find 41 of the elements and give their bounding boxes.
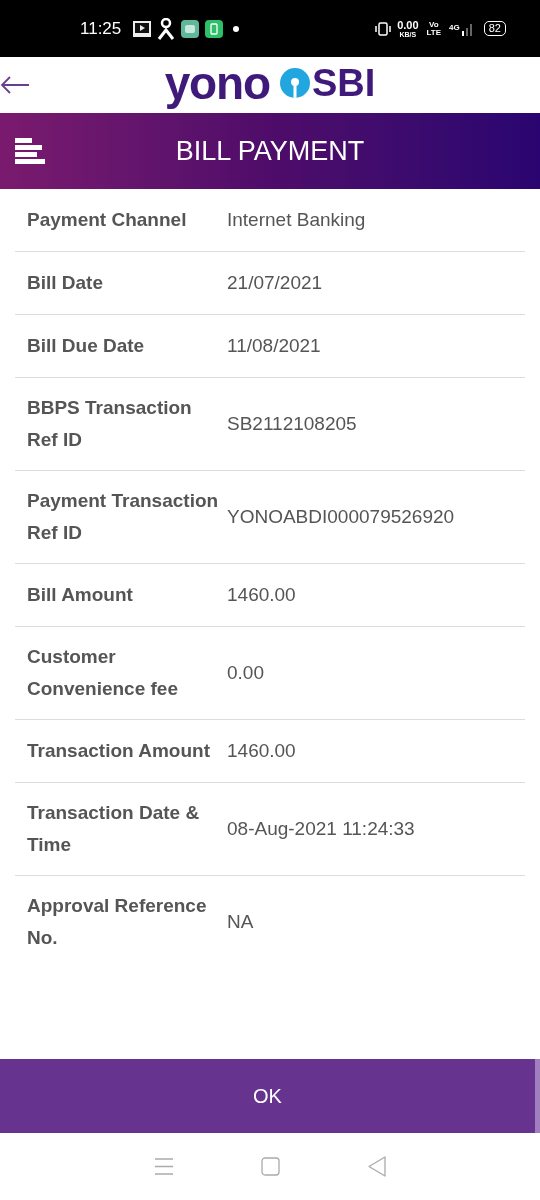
- vibrate-icon: [375, 21, 392, 36]
- field-value: 1460.00: [227, 739, 296, 763]
- field-value: 0.00: [227, 661, 264, 685]
- volte-label: Vo: [429, 20, 439, 29]
- network-speed: 0.00: [397, 19, 419, 31]
- ok-button[interactable]: OK: [0, 1059, 540, 1133]
- battery-app-icon: [205, 19, 224, 38]
- keyhole-logo-icon: [279, 68, 310, 98]
- clock-time: 11:25: [80, 17, 122, 40]
- field-label: Bill Date: [27, 271, 105, 295]
- field-label: Customer Convenience fee: [27, 645, 179, 701]
- field-label: Transaction Amount: [27, 739, 211, 763]
- field-value: Internet Banking: [227, 208, 366, 232]
- field-value: YONOABDI000079526920: [227, 505, 455, 529]
- field-label: Transaction Date & Time: [27, 801, 201, 857]
- signal-icon: [461, 21, 472, 36]
- field-value: NA: [227, 910, 254, 934]
- back-arrow-icon[interactable]: [0, 75, 30, 95]
- person-icon: [157, 17, 176, 40]
- app-icon: [181, 19, 200, 38]
- network-type: 4G: [449, 22, 460, 34]
- field-label: Approval Reference No.: [27, 894, 208, 950]
- bank-logo-text: SBI: [311, 64, 376, 102]
- field-label: Bill Due Date: [27, 334, 146, 358]
- battery-level: 82: [483, 21, 506, 36]
- screen-icon: [133, 20, 152, 37]
- field-label: Payment Channel: [27, 208, 188, 232]
- field-value: 1460.00: [227, 583, 296, 607]
- field-label: Payment Transaction Ref ID: [27, 489, 220, 545]
- field-label: BBPS Transaction Ref ID: [27, 396, 193, 452]
- field-value: 21/07/2021: [227, 271, 323, 295]
- lte-label: LTE: [426, 28, 442, 37]
- dot-icon: [233, 25, 240, 32]
- back-icon[interactable]: [366, 1156, 387, 1177]
- field-value: 11/08/2021: [227, 334, 321, 358]
- home-icon[interactable]: [260, 1157, 280, 1176]
- field-value: 08-Aug-2021 11:24:33: [227, 817, 415, 841]
- menu-icon[interactable]: [15, 137, 45, 165]
- field-label: Bill Amount: [27, 583, 134, 607]
- field-value: SB2112108205: [227, 412, 357, 436]
- page-title: BILL PAYMENT: [175, 134, 365, 168]
